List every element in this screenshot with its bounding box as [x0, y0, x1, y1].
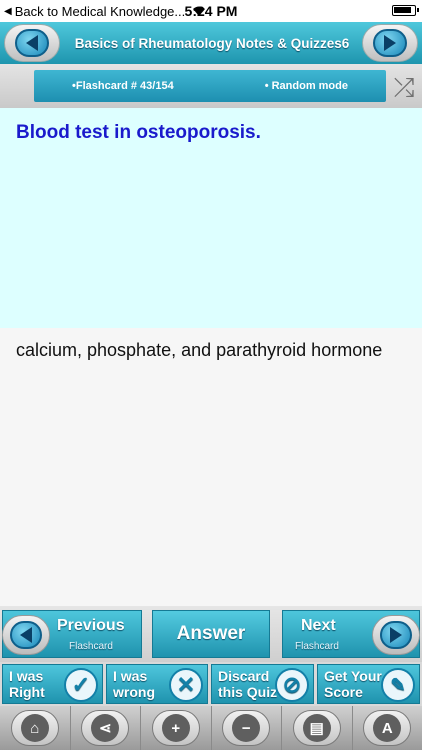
answer-panel: calcium, phosphate, and parathyroid horm…: [0, 328, 422, 606]
shuffle-icon[interactable]: ⤮: [388, 72, 420, 102]
previous-label: Previous: [57, 617, 125, 634]
font-icon: A: [373, 714, 402, 742]
discard-quiz-button[interactable]: Discard this Quiz ⊘: [211, 664, 314, 704]
zoom-in-button[interactable]: +: [141, 706, 212, 750]
back-label: Back to Medical Knowledge...: [14, 3, 186, 19]
header-back-button[interactable]: [4, 24, 60, 62]
cross-icon: ✕: [169, 668, 203, 702]
previous-flashcard-button[interactable]: Previous Flashcard: [2, 610, 142, 658]
battery-icon: [392, 5, 419, 16]
info-bar: •Flashcard # 43/154 • Random mode: [34, 70, 386, 102]
i-was-wrong-label: I was wrong: [113, 668, 155, 700]
header-bar: Basics of Rheumatology Notes & Quizzes6: [0, 22, 422, 64]
mode-label: • Random mode: [264, 80, 348, 92]
get-score-label: Get Your Score: [324, 668, 382, 700]
home-button[interactable]: ⌂: [0, 706, 71, 750]
prohibited-icon: ⊘: [275, 668, 309, 702]
checkmark-icon: ✓: [64, 668, 98, 702]
home-icon: ⌂: [20, 714, 49, 742]
score-row: I was Right ✓ I was wrong ✕ Discard this…: [0, 662, 422, 706]
back-to-app-link[interactable]: ◀ Back to Medical Knowledge...: [0, 4, 190, 19]
previous-sub-label: Flashcard: [69, 641, 113, 652]
question-text: Blood test in osteoporosis.: [16, 122, 261, 143]
question-panel: Blood test in osteoporosis.: [0, 108, 422, 328]
get-score-button[interactable]: Get Your Score ✎: [317, 664, 420, 704]
i-was-right-label: I was Right: [9, 668, 45, 700]
zoom-out-button[interactable]: −: [212, 706, 282, 750]
discard-quiz-label: Discard this Quiz: [218, 668, 278, 700]
wifi-icon: [193, 6, 205, 16]
right-arrow-icon: [384, 35, 396, 51]
answer-text: calcium, phosphate, and parathyroid horm…: [16, 340, 383, 360]
zoom-in-icon: +: [161, 714, 190, 742]
next-label: Next: [301, 617, 336, 634]
next-round: [372, 615, 420, 655]
i-was-right-button[interactable]: I was Right ✓: [2, 664, 103, 704]
flashcard-counter: •Flashcard # 43/154: [72, 80, 174, 92]
info-strip: •Flashcard # 43/154 • Random mode ⤮: [0, 64, 422, 108]
answer-button[interactable]: Answer: [152, 610, 270, 658]
page-title: Basics of Rheumatology Notes & Quizzes6: [74, 35, 350, 51]
next-arrow-icon: [390, 627, 402, 643]
i-was-wrong-button[interactable]: I was wrong ✕: [106, 664, 208, 704]
scorecard-icon: ✎: [381, 668, 415, 702]
previous-arrow-icon: [20, 627, 32, 643]
previous-round: [2, 615, 50, 655]
zoom-out-icon: −: [232, 714, 261, 742]
left-arrow-icon: [26, 35, 38, 51]
navigation-row: Previous Flashcard Answer Next Flashcard: [0, 606, 422, 662]
header-forward-button[interactable]: [362, 24, 418, 62]
back-arrow-icon: ◀: [4, 5, 12, 17]
next-sub-label: Flashcard: [295, 641, 339, 652]
status-bar: ◀ Back to Medical Knowledge... 5:24 PM: [0, 0, 422, 22]
bottom-toolbar: ⌂ ⋖ + − ▤ A: [0, 706, 422, 750]
font-button[interactable]: A: [353, 706, 422, 750]
next-flashcard-button[interactable]: Next Flashcard: [282, 610, 420, 658]
share-icon: ⋖: [91, 714, 120, 742]
notes-button[interactable]: ▤: [282, 706, 353, 750]
notes-icon: ▤: [302, 714, 331, 742]
share-button[interactable]: ⋖: [71, 706, 141, 750]
